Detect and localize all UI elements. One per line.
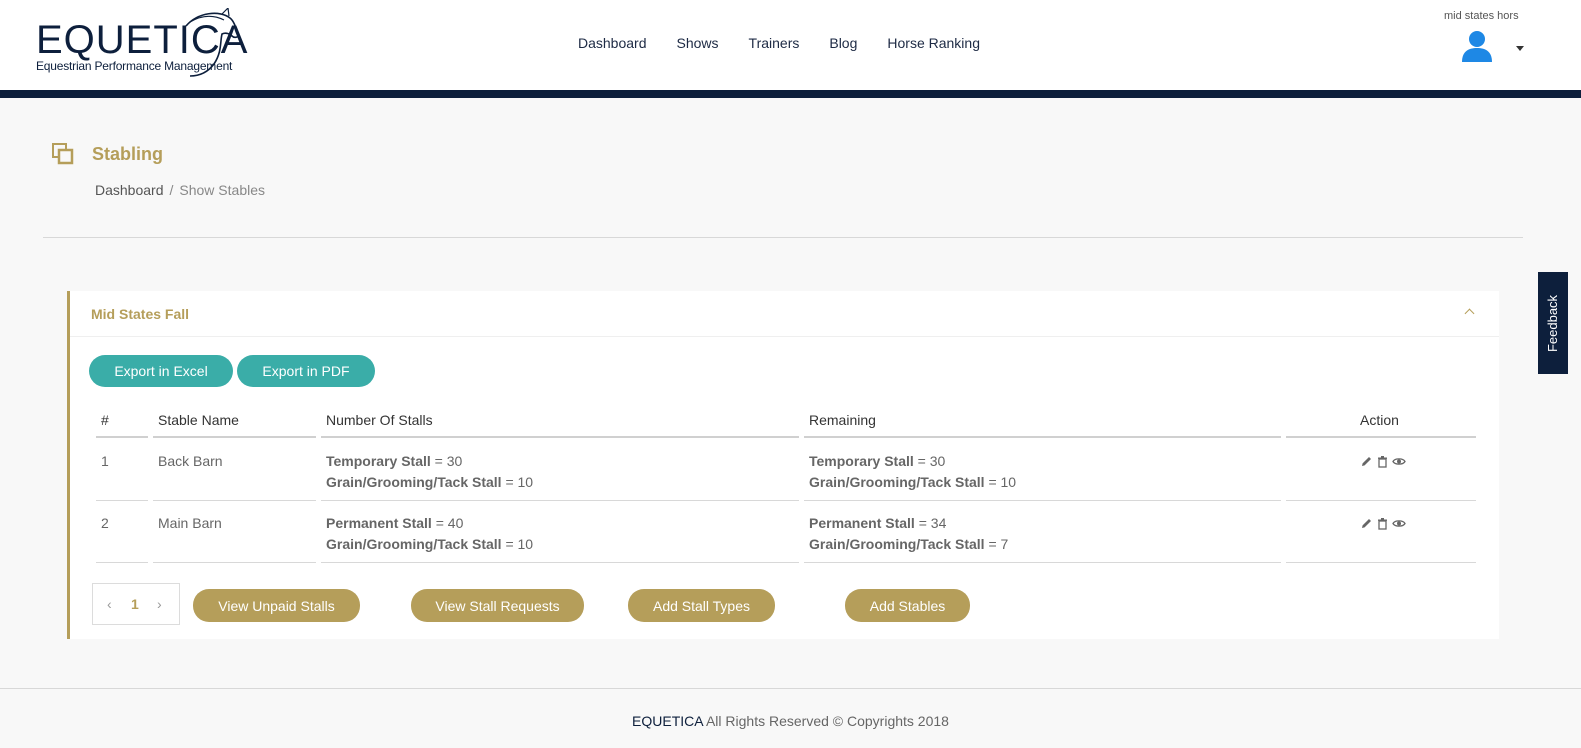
pagination-page-1[interactable]: 1: [131, 596, 139, 612]
row-divider: [804, 562, 1281, 563]
row-divider: [153, 500, 316, 501]
nav-shows[interactable]: Shows: [677, 35, 719, 51]
row-1-actions: [1360, 455, 1406, 468]
row-2-stable-name: Main Barn: [158, 515, 222, 531]
stall-type-label: Grain/Grooming/Tack Stall: [326, 536, 502, 552]
header-underline: [804, 436, 1281, 438]
stall-type-label: Permanent Stall: [809, 515, 915, 531]
col-header-number: #: [101, 412, 109, 428]
stall-type-label: Temporary Stall: [326, 453, 431, 469]
row-divider: [804, 500, 1281, 501]
row-divider: [96, 562, 148, 563]
view-unpaid-stalls-button[interactable]: View Unpaid Stalls: [193, 589, 360, 622]
page-footer: EQUETICA All Rights Reserved © Copyright…: [0, 688, 1581, 748]
equetica-logo[interactable]: EQUETICA Equestrian Performance Manageme…: [36, 8, 247, 82]
footer-rights: All Rights Reserved © Copyrights 2018: [702, 713, 949, 729]
remaining-count: = 30: [917, 453, 946, 469]
trash-icon[interactable]: [1376, 517, 1389, 530]
logo-tagline: Equestrian Performance Management: [36, 59, 233, 73]
row-1-stable-name: Back Barn: [158, 453, 223, 469]
user-menu[interactable]: mid states hors: [1444, 10, 1544, 62]
stall-count: = 10: [505, 536, 534, 552]
edit-pencil-icon[interactable]: [1360, 517, 1373, 530]
nav-horse-ranking[interactable]: Horse Ranking: [887, 35, 980, 51]
header-underline: [1286, 436, 1476, 438]
header-underline: [153, 436, 316, 438]
stall-type-label: Grain/Grooming/Tack Stall: [326, 474, 502, 490]
col-header-action: Action: [1360, 412, 1399, 428]
row-1-number: 1: [101, 453, 109, 469]
nav-dashboard[interactable]: Dashboard: [578, 35, 647, 51]
breadcrumb: Dashboard / Show Stables: [95, 182, 265, 198]
view-stall-requests-button[interactable]: View Stall Requests: [411, 589, 584, 622]
add-stables-button[interactable]: Add Stables: [845, 589, 970, 622]
chevron-up-icon[interactable]: [1464, 308, 1475, 319]
footer-copyright: EQUETICA All Rights Reserved © Copyright…: [0, 713, 1581, 729]
card-title: Mid States Fall: [91, 306, 190, 322]
main-nav: Dashboard Shows Trainers Blog Horse Rank…: [578, 35, 1010, 51]
app-header: EQUETICA Equestrian Performance Manageme…: [0, 0, 1581, 90]
eye-icon[interactable]: [1392, 455, 1406, 468]
row-divider: [1286, 500, 1476, 501]
row-2-actions: [1360, 517, 1406, 530]
remaining-count: = 7: [988, 536, 1009, 552]
breadcrumb-current: Show Stables: [179, 182, 265, 198]
row-divider: [321, 562, 799, 563]
show-stables-card: Mid States Fall Export in Excel Export i…: [67, 291, 1499, 639]
nav-trainers[interactable]: Trainers: [749, 35, 800, 51]
row-2-stalls: Permanent Stall = 40 Grain/Grooming/Tack…: [326, 513, 533, 555]
stall-count: = 40: [435, 515, 464, 531]
trash-icon[interactable]: [1376, 455, 1389, 468]
breadcrumb-separator: /: [169, 182, 174, 198]
export-pdf-button[interactable]: Export in PDF: [237, 355, 375, 387]
row-1-stalls: Temporary Stall = 30 Grain/Grooming/Tack…: [326, 451, 533, 493]
eye-icon[interactable]: [1392, 517, 1406, 530]
feedback-tab[interactable]: Feedback: [1538, 272, 1568, 374]
chevron-down-icon[interactable]: [1516, 46, 1524, 51]
user-avatar-icon[interactable]: [1460, 28, 1494, 62]
col-header-stable-name: Stable Name: [158, 412, 239, 428]
nav-blog[interactable]: Blog: [829, 35, 857, 51]
stall-type-label: Permanent Stall: [326, 515, 432, 531]
feedback-label: Feedback: [1545, 294, 1561, 352]
row-1-remaining: Temporary Stall = 30 Grain/Grooming/Tack…: [809, 451, 1016, 493]
header-underline: [96, 436, 148, 438]
stall-type-label: Grain/Grooming/Tack Stall: [809, 536, 985, 552]
col-header-remaining: Remaining: [809, 412, 876, 428]
row-divider: [153, 562, 316, 563]
stall-type-label: Grain/Grooming/Tack Stall: [809, 474, 985, 490]
breadcrumb-dashboard[interactable]: Dashboard: [95, 182, 164, 198]
stall-count: = 10: [505, 474, 534, 490]
row-divider: [1286, 562, 1476, 563]
section-divider: [43, 237, 1523, 238]
header-underline: [321, 436, 799, 438]
page-title: Stabling: [92, 144, 163, 164]
card-header[interactable]: Mid States Fall: [70, 291, 1499, 337]
user-name: mid states hors: [1444, 10, 1519, 22]
row-divider: [96, 500, 148, 501]
header-accent-bar: [0, 90, 1581, 98]
row-2-remaining: Permanent Stall = 34 Grain/Grooming/Tack…: [809, 513, 1008, 555]
remaining-count: = 10: [988, 474, 1017, 490]
pagination-prev[interactable]: ‹: [107, 596, 112, 612]
footer-brand: EQUETICA: [632, 713, 703, 729]
row-divider: [321, 500, 799, 501]
row-2-number: 2: [101, 515, 109, 531]
copy-icon: [52, 143, 74, 165]
export-excel-button[interactable]: Export in Excel: [89, 355, 233, 387]
add-stall-types-button[interactable]: Add Stall Types: [628, 589, 775, 622]
pagination: ‹ 1 ›: [92, 583, 180, 625]
col-header-number-of-stalls: Number Of Stalls: [326, 412, 433, 428]
remaining-count: = 34: [918, 515, 947, 531]
edit-pencil-icon[interactable]: [1360, 455, 1373, 468]
stall-type-label: Temporary Stall: [809, 453, 914, 469]
stall-count: = 30: [434, 453, 463, 469]
pagination-next[interactable]: ›: [157, 596, 162, 612]
